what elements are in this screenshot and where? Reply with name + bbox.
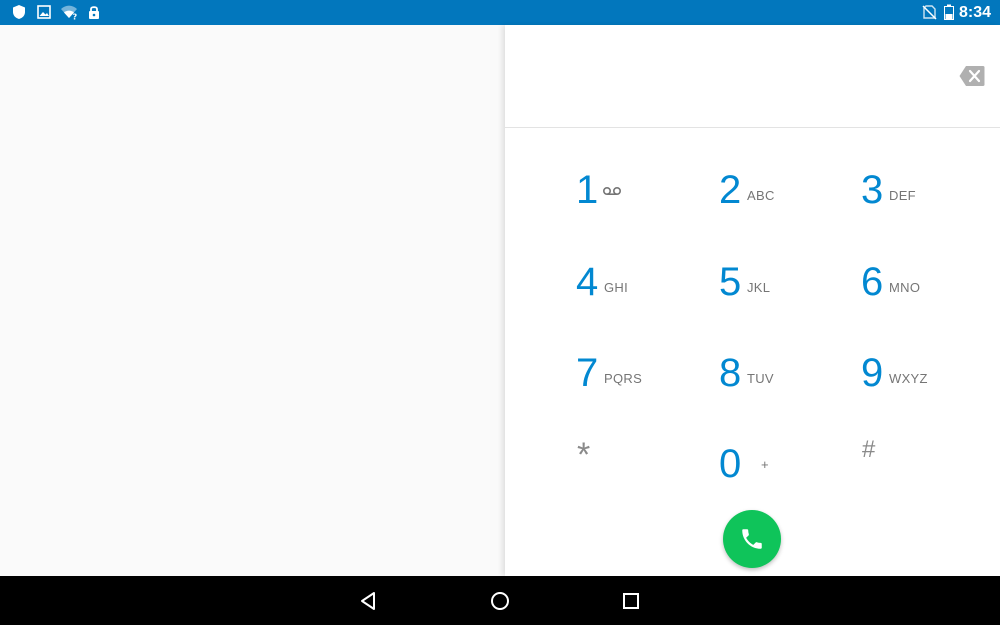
- voicemail-icon: [603, 187, 621, 195]
- dialpad-key-8[interactable]: 8 TUV: [719, 351, 849, 431]
- home-icon[interactable]: [489, 590, 511, 612]
- phone-icon: [742, 529, 762, 549]
- svg-text:?: ?: [73, 13, 78, 21]
- dialpad-key-3[interactable]: 3 DEF: [861, 168, 991, 248]
- image-icon: [37, 5, 51, 19]
- digits-input[interactable]: [525, 55, 939, 97]
- key-letters: PQRS: [604, 371, 643, 386]
- key-letters: WXYZ: [889, 371, 928, 386]
- key-letters: DEF: [889, 188, 916, 203]
- key-letters: JKL: [747, 280, 771, 295]
- backspace-icon[interactable]: [959, 65, 985, 87]
- status-bar: ? 8:34: [0, 0, 1000, 25]
- shield-icon: [13, 5, 25, 19]
- key-digit: 7: [576, 351, 599, 395]
- dialpad-key-star[interactable]: *: [577, 438, 707, 518]
- dialpad-key-1[interactable]: 1: [576, 168, 706, 248]
- recents-icon[interactable]: [620, 590, 642, 612]
- dialpad-key-5[interactable]: 5 JKL: [719, 260, 849, 340]
- dialpad-key-0[interactable]: 0 +: [719, 442, 849, 522]
- key-digit: 6: [861, 260, 884, 304]
- key-digit: 4: [576, 260, 599, 304]
- navigation-bar: [0, 576, 1000, 625]
- key-letters: GHI: [604, 280, 629, 295]
- key-digit: 0: [719, 442, 742, 486]
- status-time: 8:34: [958, 4, 991, 21]
- dialpad-key-6[interactable]: 6 MNO: [861, 260, 991, 340]
- key-digit: 8: [719, 351, 742, 395]
- key-digit: 1: [576, 168, 599, 212]
- key-digit: 2: [719, 168, 742, 212]
- digits-area: [505, 25, 1000, 128]
- back-icon[interactable]: [358, 590, 380, 612]
- key-digit: *: [577, 436, 591, 474]
- key-letters: TUV: [747, 371, 774, 386]
- key-digit: 5: [719, 260, 742, 304]
- dialpad-key-2[interactable]: 2 ABC: [719, 168, 849, 248]
- dialpad-key-7[interactable]: 7 PQRS: [576, 351, 706, 431]
- lock-icon: [89, 6, 99, 19]
- dialpad-key-4[interactable]: 4 GHI: [576, 260, 706, 340]
- key-digit: #: [862, 436, 876, 463]
- key-letters: MNO: [889, 280, 921, 295]
- call-button[interactable]: [723, 510, 781, 568]
- key-digit: 9: [861, 351, 884, 395]
- dialpad-key-pound[interactable]: #: [862, 435, 992, 515]
- contacts-pane: [0, 25, 502, 576]
- no-sim-icon: [922, 5, 937, 20]
- wifi-question-icon: ?: [61, 5, 78, 21]
- dialpad-key-9[interactable]: 9 WXYZ: [861, 351, 991, 431]
- key-letters: +: [761, 457, 769, 472]
- key-letters: ABC: [747, 188, 775, 203]
- battery-icon: [944, 4, 954, 20]
- key-digit: 3: [861, 168, 884, 212]
